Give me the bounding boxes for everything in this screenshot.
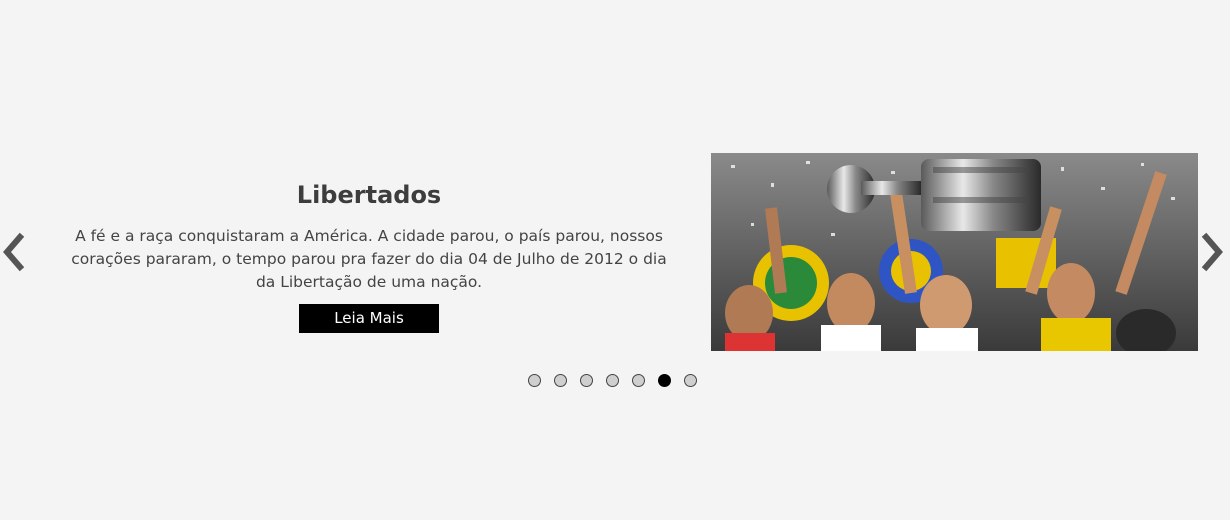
chevron-left-icon (3, 232, 25, 272)
read-more-button[interactable]: Leia Mais (299, 304, 439, 333)
slide-description: A fé e a raça conquistaram a América. A … (71, 227, 667, 291)
pagination-dot-5[interactable] (632, 374, 645, 387)
pagination-dot-1[interactable] (528, 374, 541, 387)
pagination-dot-4[interactable] (606, 374, 619, 387)
trophy-celebration-image (711, 153, 1198, 351)
carousel: Libertados A fé e a raça conquistaram a … (0, 0, 1230, 520)
slide-caption: Libertados A fé e a raça conquistaram a … (70, 178, 668, 333)
pagination-dot-6[interactable] (658, 374, 671, 387)
chevron-right-icon (1201, 232, 1223, 272)
next-slide-button[interactable] (1199, 232, 1225, 272)
pagination-dot-7[interactable] (684, 374, 697, 387)
slide-title: Libertados (296, 181, 442, 209)
pagination-dot-3[interactable] (580, 374, 593, 387)
prev-slide-button[interactable] (1, 232, 27, 272)
pagination-dot-2[interactable] (554, 374, 567, 387)
slide-image[interactable] (711, 153, 1198, 351)
